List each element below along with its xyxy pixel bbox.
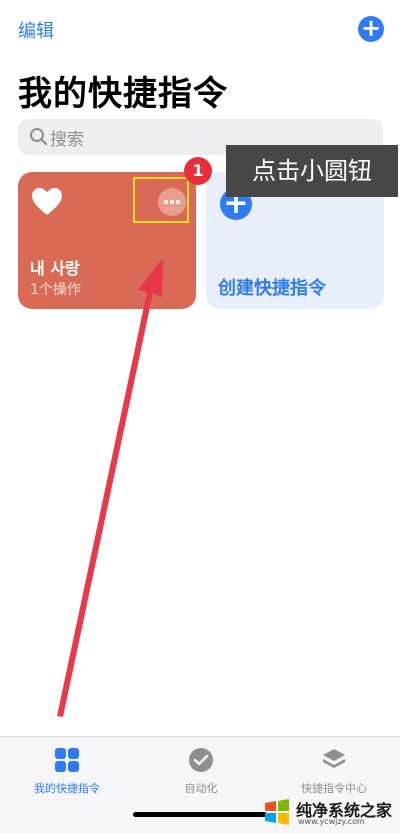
page-title: 我的快捷指令 (18, 74, 228, 114)
watermark: 纯净系统之家 www.ycwjzy.com (258, 795, 398, 829)
tab-automation[interactable]: 自动化 (141, 747, 261, 796)
automation-check-icon (189, 748, 213, 772)
search-icon (30, 128, 48, 146)
shortcut-subtitle: 1个操作 (30, 282, 81, 298)
instruction-tooltip: 点击小圆钮 (226, 145, 398, 197)
windows-logo-icon (265, 799, 289, 825)
watermark-url: www.ycwjzy.com (298, 817, 365, 826)
tab-label: 快捷指令中心 (301, 782, 367, 795)
edit-button[interactable]: 编辑 (18, 17, 54, 43)
step-badge: 1 (184, 157, 212, 185)
search-input[interactable]: 搜索 (50, 125, 84, 150)
layers-icon (323, 749, 345, 768)
tab-gallery[interactable]: 快捷指令中心 (274, 747, 394, 796)
grid-icon (55, 748, 79, 772)
tab-my-shortcuts[interactable]: 我的快捷指令 (7, 747, 127, 796)
tab-label: 我的快捷指令 (34, 782, 100, 795)
shortcut-card[interactable]: 내 사랑 1个操作 (18, 172, 196, 309)
create-shortcut-label: 创建快捷指令 (218, 278, 326, 299)
heart-icon (32, 188, 62, 215)
tab-label: 自动化 (184, 782, 218, 795)
add-shortcut-button[interactable]: + (358, 16, 384, 42)
shortcut-title: 내 사랑 (30, 259, 80, 278)
home-indicator (133, 812, 267, 817)
more-options-button[interactable] (158, 188, 186, 216)
